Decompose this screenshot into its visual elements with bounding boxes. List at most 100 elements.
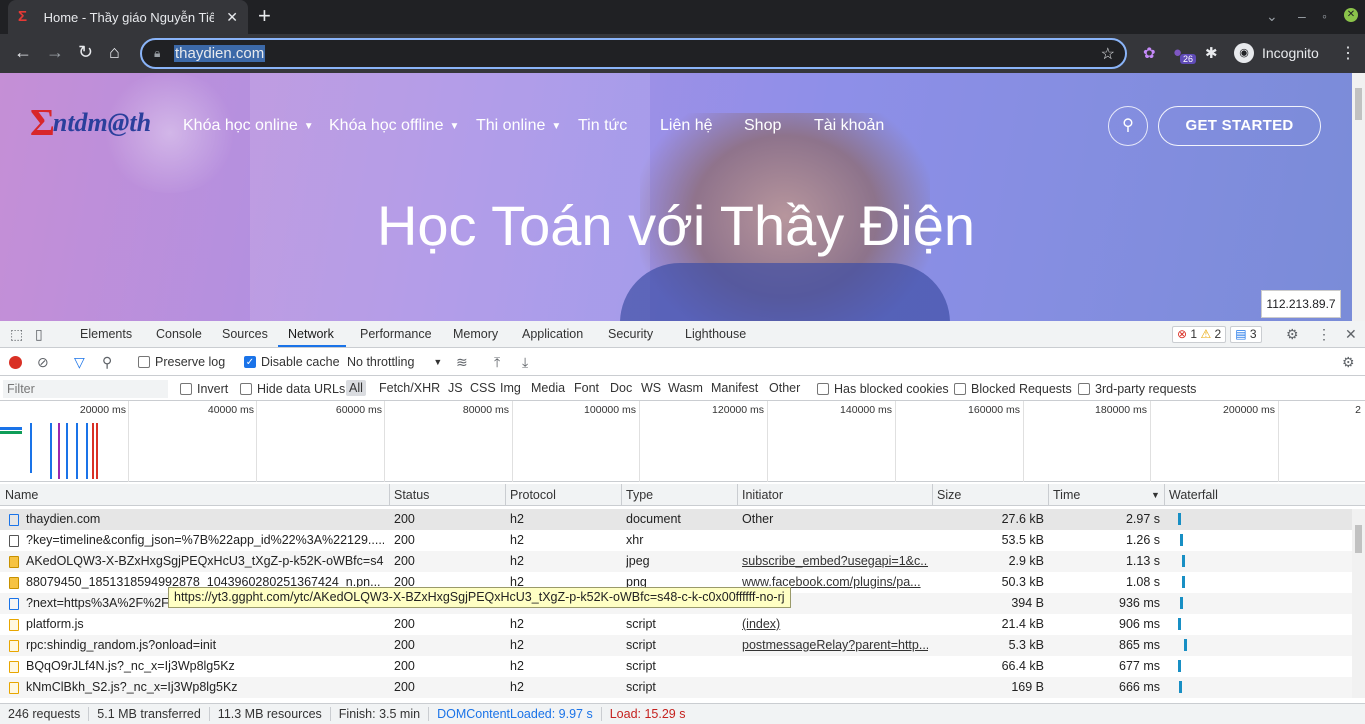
filter-type-other[interactable]: Other <box>769 381 800 395</box>
menu-shop[interactable]: Shop <box>744 117 781 135</box>
page-scroll-thumb[interactable] <box>1355 88 1362 120</box>
column-type[interactable]: Type <box>626 488 653 502</box>
table-row[interactable]: rpc:shindig_random.js?onload=init 200 h2 sc… <box>0 635 1352 656</box>
network-conditions-icon[interactable]: ≋ <box>456 354 468 371</box>
cell-initiator[interactable]: subscribe_embed?usegapi=1&c... <box>742 554 928 568</box>
column-name[interactable]: Name <box>5 488 38 502</box>
cell-initiator[interactable]: postmessageRelay?parent=http... <box>742 638 928 652</box>
checkbox-box[interactable]: ✓ <box>244 356 256 368</box>
issue-counters[interactable]: ⊗ 1 ⚠ 2 ▤ 3 <box>1172 326 1262 343</box>
table-row[interactable]: ?key=timeline&config_json=%7B%22app_id%2… <box>0 530 1352 551</box>
cell-initiator[interactable]: Other <box>742 512 928 526</box>
devtools-more-icon[interactable]: ⋮ <box>1317 326 1331 343</box>
lock-icon[interactable]: 🔒︎ <box>154 46 160 61</box>
search-icon[interactable]: ⚲ <box>102 354 112 371</box>
get-started-button[interactable]: GET STARTED <box>1158 106 1321 146</box>
disable-cache-checkbox[interactable]: ✓ Disable cache <box>244 355 340 369</box>
tab-application[interactable]: Application <box>522 327 583 341</box>
tab-close-icon[interactable]: ✕ <box>226 9 238 26</box>
tab-memory[interactable]: Memory <box>453 327 498 341</box>
sort-desc-icon[interactable]: ▼ <box>1151 490 1160 500</box>
close-window-icon[interactable]: ✕ <box>1344 8 1358 22</box>
page-scrollbar[interactable] <box>1352 73 1365 321</box>
chrome-menu-icon[interactable]: ⋮ <box>1340 43 1356 63</box>
menu-tai-khoan[interactable]: Tài khoản <box>814 117 884 135</box>
checkbox-box[interactable] <box>240 383 252 395</box>
settings-gear-icon[interactable]: ⚙ <box>1286 326 1299 343</box>
address-bar[interactable]: 🔒︎ thaydien.com ☆ <box>140 38 1127 69</box>
network-overview[interactable]: 20000 ms 40000 ms 60000 ms 80000 ms 1000… <box>0 401 1365 482</box>
extension-flower-icon[interactable]: ✿ <box>1143 44 1156 62</box>
tab-network[interactable]: Network <box>288 327 334 341</box>
hide-data-urls-checkbox[interactable]: Hide data URLs <box>240 382 345 396</box>
column-time[interactable]: Time <box>1053 488 1080 502</box>
tab-console[interactable]: Console <box>156 327 202 341</box>
checkbox-box[interactable] <box>180 383 192 395</box>
filter-type-font[interactable]: Font <box>574 381 599 395</box>
site-search-button[interactable]: ⚲ <box>1108 106 1148 146</box>
column-status[interactable]: Status <box>394 488 429 502</box>
throttling-select[interactable]: No throttling ▼ <box>347 355 442 369</box>
menu-tin-tuc[interactable]: Tin tức <box>578 117 627 135</box>
minimize-icon[interactable]: – <box>1298 8 1306 24</box>
menu-khoa-hoc-offline[interactable]: Khóa học offline ▼ <box>329 117 459 135</box>
restore-icon[interactable]: ◦ <box>1322 8 1327 24</box>
clear-icon[interactable]: ⊘ <box>37 354 49 371</box>
filter-type-media[interactable]: Media <box>531 381 565 395</box>
message-count[interactable]: ▤ 3 <box>1230 326 1262 343</box>
table-scrollbar[interactable] <box>1352 509 1365 698</box>
tab-lighthouse[interactable]: Lighthouse <box>685 327 746 341</box>
record-icon[interactable] <box>9 356 22 369</box>
extensions-puzzle-icon[interactable]: ✱ <box>1205 44 1218 62</box>
filter-input[interactable]: Filter <box>3 380 168 398</box>
menu-lien-he[interactable]: Liên hệ <box>660 117 713 135</box>
table-row[interactable]: kNmClBkh_S2.js?_nc_x=Ij3Wp8lg5Kz 200 h2 scr… <box>0 677 1352 698</box>
column-protocol[interactable]: Protocol <box>510 488 556 502</box>
checkbox-box[interactable] <box>138 356 150 368</box>
tab-sources[interactable]: Sources <box>222 327 268 341</box>
home-icon[interactable]: ⌂ <box>109 42 120 62</box>
column-size[interactable]: Size <box>937 488 961 502</box>
checkbox-box[interactable] <box>954 383 966 395</box>
invert-checkbox[interactable]: Invert <box>180 382 228 396</box>
filter-type-img[interactable]: Img <box>500 381 521 395</box>
url-text[interactable]: thaydien.com <box>174 45 266 62</box>
tab-search-icon[interactable]: ⌄ <box>1266 8 1278 25</box>
table-row[interactable]: platform.js 200 h2 script (index) 21.4 kB 906 … <box>0 614 1352 635</box>
table-row[interactable]: AKedOLQW3-X-BZxHxgSgjPEQxHcU3_tXgZ-p-k52… <box>0 551 1352 572</box>
site-logo[interactable]: Σntdm@th <box>30 101 151 145</box>
table-row[interactable]: BQqO9rJLf4N.js?_nc_x=Ij3Wp8lg5Kz 200 h2 scr… <box>0 656 1352 677</box>
error-count[interactable]: ⊗ 1 ⚠ 2 <box>1172 326 1227 343</box>
blocked-requests-checkbox[interactable]: Blocked Requests <box>954 382 1072 396</box>
filter-type-manifest[interactable]: Manifest <box>711 381 758 395</box>
tab-performance[interactable]: Performance <box>360 327 432 341</box>
back-icon[interactable]: ← <box>14 42 32 62</box>
network-settings-icon[interactable]: ⚙ <box>1342 354 1355 371</box>
cell-initiator[interactable]: (index) <box>742 617 928 631</box>
browser-tab[interactable]: Σ Home - Thầy giáo Nguyễn Tiến ✕ <box>8 0 248 34</box>
new-tab-icon[interactable]: + <box>258 5 271 27</box>
filter-type-css[interactable]: CSS <box>470 381 496 395</box>
incognito-profile[interactable]: ◉ Incognito <box>1234 43 1319 63</box>
filter-icon[interactable]: ▽ <box>74 354 85 371</box>
inspect-element-icon[interactable]: ⬚ <box>10 326 23 343</box>
tab-security[interactable]: Security <box>608 327 653 341</box>
menu-khoa-hoc-online[interactable]: Khóa học online ▼ <box>183 117 314 135</box>
preserve-log-checkbox[interactable]: Preserve log <box>138 355 225 369</box>
column-waterfall[interactable]: Waterfall <box>1169 488 1218 502</box>
filter-type-doc[interactable]: Doc <box>610 381 632 395</box>
filter-type-wasm[interactable]: Wasm <box>668 381 703 395</box>
menu-thi-online[interactable]: Thi online ▼ <box>476 117 561 135</box>
checkbox-box[interactable] <box>817 383 829 395</box>
device-toolbar-icon[interactable]: ▯ <box>35 326 43 343</box>
filter-type-all[interactable]: All <box>346 380 366 396</box>
close-devtools-icon[interactable]: ✕ <box>1345 326 1357 343</box>
filter-type-js[interactable]: JS <box>448 381 463 395</box>
table-row[interactable]: thaydien.com 200 h2 document Other 27.6 kB 2.9… <box>0 509 1352 530</box>
forward-icon[interactable]: → <box>46 42 64 62</box>
tab-elements[interactable]: Elements <box>80 327 132 341</box>
bookmark-star-icon[interactable]: ☆ <box>1101 44 1115 64</box>
reload-icon[interactable]: ↻ <box>78 42 93 62</box>
filter-type-ws[interactable]: WS <box>641 381 661 395</box>
import-har-icon[interactable]: ⤒ <box>494 354 500 371</box>
